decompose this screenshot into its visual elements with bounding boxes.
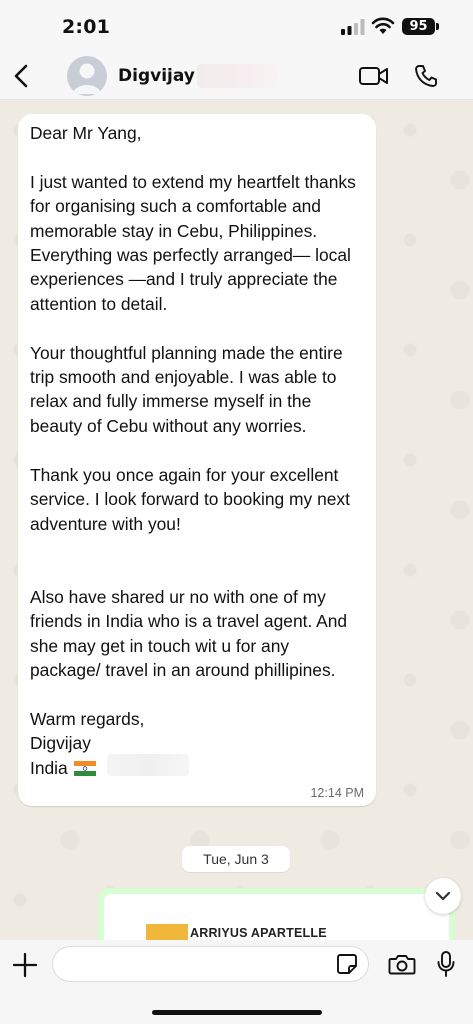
- avatar[interactable]: [67, 56, 107, 96]
- link-preview-card[interactable]: ARRIYUS APARTELLE: [104, 894, 449, 940]
- outgoing-message[interactable]: ARRIYUS APARTELLE: [98, 888, 455, 940]
- plus-icon[interactable]: [12, 952, 38, 978]
- home-indicator: [152, 1010, 322, 1015]
- message-input[interactable]: [52, 946, 369, 982]
- date-separator: Tue, Jun 3: [182, 846, 290, 872]
- battery-indicator: 95: [402, 18, 435, 35]
- battery-nub: [436, 23, 439, 30]
- card-thumbnail: [146, 924, 188, 940]
- country-text: India: [30, 757, 68, 778]
- sticker-icon[interactable]: [336, 953, 358, 975]
- redacted-surname: [197, 64, 277, 88]
- message-text: Dear Mr Yang, I just wanted to extend my…: [30, 123, 356, 754]
- video-call-icon[interactable]: [358, 65, 390, 87]
- avatar-icon: [73, 63, 101, 94]
- incoming-message[interactable]: Dear Mr Yang, I just wanted to extend my…: [18, 114, 376, 806]
- redacted-signature-surname: [107, 754, 189, 776]
- signal-icon: [341, 19, 365, 35]
- scroll-to-bottom-button[interactable]: [425, 878, 461, 914]
- chevron-down-icon: [435, 891, 451, 901]
- message-country-line: India: [30, 756, 364, 780]
- message-timestamp: 12:14 PM: [310, 786, 364, 800]
- mic-icon[interactable]: [436, 950, 456, 978]
- phone-icon[interactable]: [413, 63, 439, 89]
- back-icon[interactable]: [10, 62, 34, 90]
- card-title: ARRIYUS APARTELLE: [190, 926, 327, 940]
- wifi-icon: [371, 17, 395, 34]
- status-time: 2:01: [62, 16, 111, 38]
- chat-area[interactable]: Dear Mr Yang, I just wanted to extend my…: [0, 100, 473, 940]
- camera-icon[interactable]: [388, 953, 416, 975]
- composer-bar: [0, 940, 473, 1024]
- status-bar: 2:01 95: [0, 0, 473, 52]
- india-flag-icon: [73, 760, 96, 776]
- chat-header: Digvijay: [0, 52, 473, 100]
- contact-name[interactable]: Digvijay: [118, 66, 195, 86]
